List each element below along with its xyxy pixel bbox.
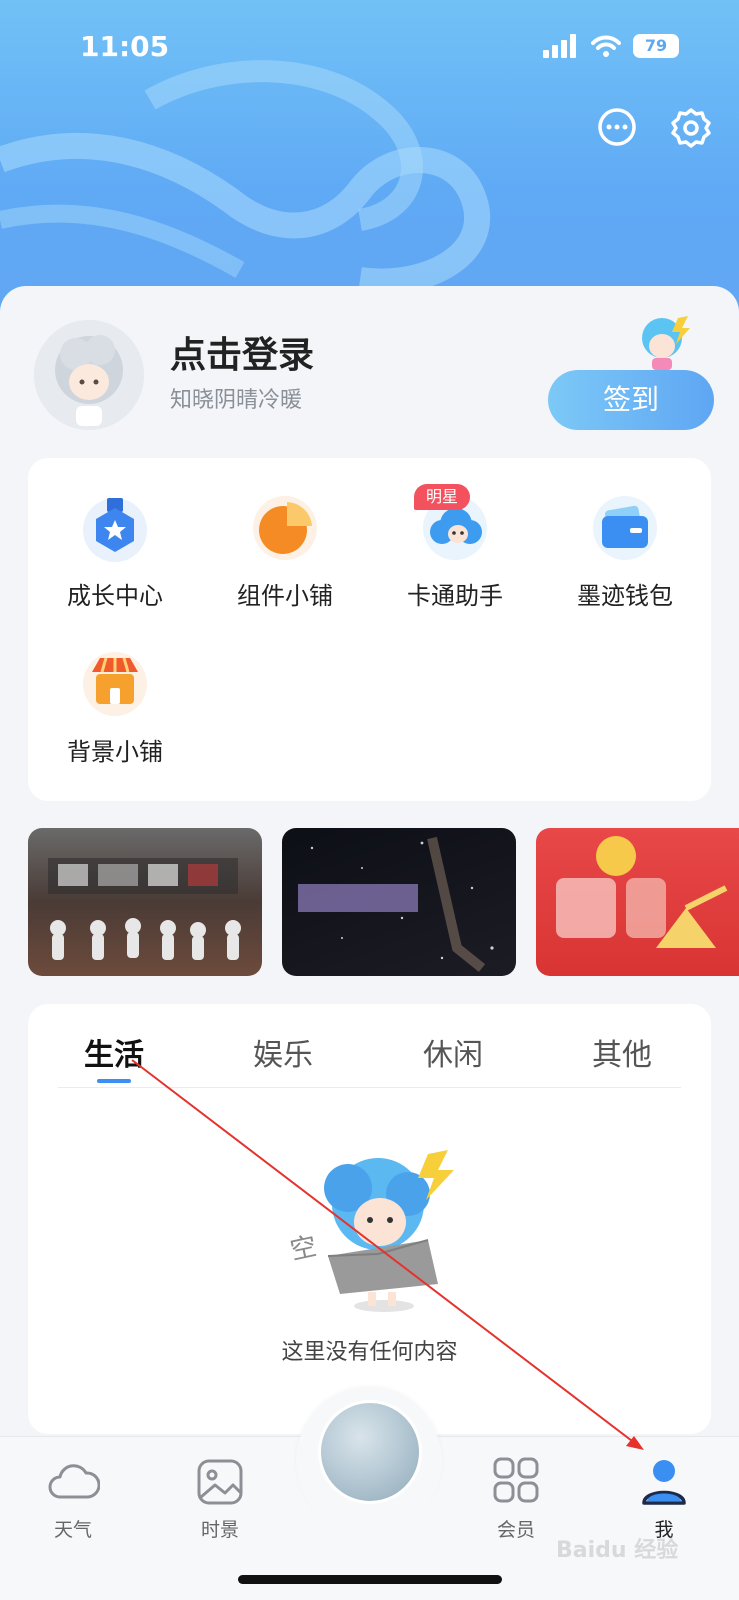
profile-subtitle: 知晓阴晴冷暖 (170, 388, 303, 413)
battery-level: 79 (633, 34, 679, 58)
growth-medal-icon (83, 498, 147, 562)
message-bubble-icon[interactable] (595, 106, 639, 150)
wifi-icon (591, 35, 621, 57)
grid-icon (493, 1457, 539, 1503)
mascot-icon (642, 316, 690, 370)
service-growth-center[interactable]: 成长中心 (30, 492, 200, 622)
service-widget-shop[interactable]: 组件小铺 (200, 492, 370, 622)
shop-awning-icon (83, 652, 147, 716)
signal-icon (543, 34, 576, 58)
content-tabs-card: 生活 娱乐 休闲 其他 空 这里没有任何内容 (28, 1004, 711, 1434)
checkin-button[interactable]: 签到 (548, 370, 714, 430)
service-label: 组件小铺 (237, 582, 333, 610)
nav-label: 天气 (53, 1519, 92, 1541)
nav-scenery[interactable]: 时景 (175, 1457, 265, 1542)
watermark: Baidu 经验 (556, 1538, 679, 1563)
empty-state-illustration (324, 1150, 454, 1312)
service-label: 卡通助手 (407, 582, 503, 610)
nav-label: 会员 (496, 1519, 535, 1541)
status-indicators: 79 (543, 34, 679, 58)
banner-3[interactable] (536, 828, 739, 976)
service-label: 成长中心 (67, 582, 163, 610)
image-icon (197, 1459, 243, 1505)
tab-other[interactable]: 其他 (562, 1030, 682, 1074)
star-badge: 明星 (414, 484, 470, 510)
header-background: 11:05 79 (0, 0, 739, 330)
service-wallet[interactable]: 墨迹钱包 (540, 492, 710, 622)
nav-label: 时景 (200, 1519, 239, 1541)
banner-2[interactable] (282, 828, 516, 976)
empty-message: 这里没有任何内容 (281, 1340, 458, 1365)
home-indicator[interactable] (238, 1575, 502, 1584)
tab-divider (58, 1087, 681, 1088)
login-title[interactable]: 点击登录 (170, 326, 314, 378)
banner-carousel (28, 828, 739, 976)
service-background-shop[interactable]: 背景小铺 (30, 648, 200, 778)
status-time: 11:05 (80, 30, 170, 63)
service-cartoon-helper[interactable]: 明星 卡通助手 (370, 484, 540, 622)
profile-section: 点击登录 知晓阴晴冷暖 签到 (34, 316, 714, 430)
banner-1[interactable] (28, 828, 262, 976)
services-card: 成长中心 组件小铺 明星 卡通助手 墨迹钱包 背景小铺 (28, 458, 711, 801)
banner-starry-night-image (298, 836, 494, 972)
nav-me[interactable]: 我 (619, 1457, 709, 1542)
tab-entertainment[interactable]: 娱乐 (223, 1030, 343, 1074)
wallet-icon (593, 496, 657, 560)
tab-life[interactable]: 生活 (54, 1030, 174, 1074)
service-label: 背景小铺 (67, 738, 163, 766)
person-icon (642, 1460, 686, 1505)
avatar-girl-icon (34, 320, 144, 430)
tab-leisure[interactable]: 休闲 (393, 1030, 513, 1074)
cloud-icon (48, 1464, 101, 1499)
avatar[interactable] (34, 320, 144, 430)
gear-icon[interactable] (669, 106, 713, 150)
active-tab-indicator (97, 1079, 131, 1083)
header-actions (595, 106, 713, 150)
banner-festival-image (556, 836, 728, 948)
status-bar: 11:05 79 (80, 30, 679, 70)
nav-membership[interactable]: 会员 (471, 1457, 561, 1542)
center-sky-button[interactable] (318, 1400, 422, 1504)
service-label: 墨迹钱包 (577, 582, 673, 610)
nav-weather[interactable]: 天气 (28, 1457, 118, 1542)
cloud-swirl-decoration (0, 60, 490, 295)
widget-pie-icon (253, 496, 317, 560)
banner-astronauts-image (48, 858, 241, 960)
